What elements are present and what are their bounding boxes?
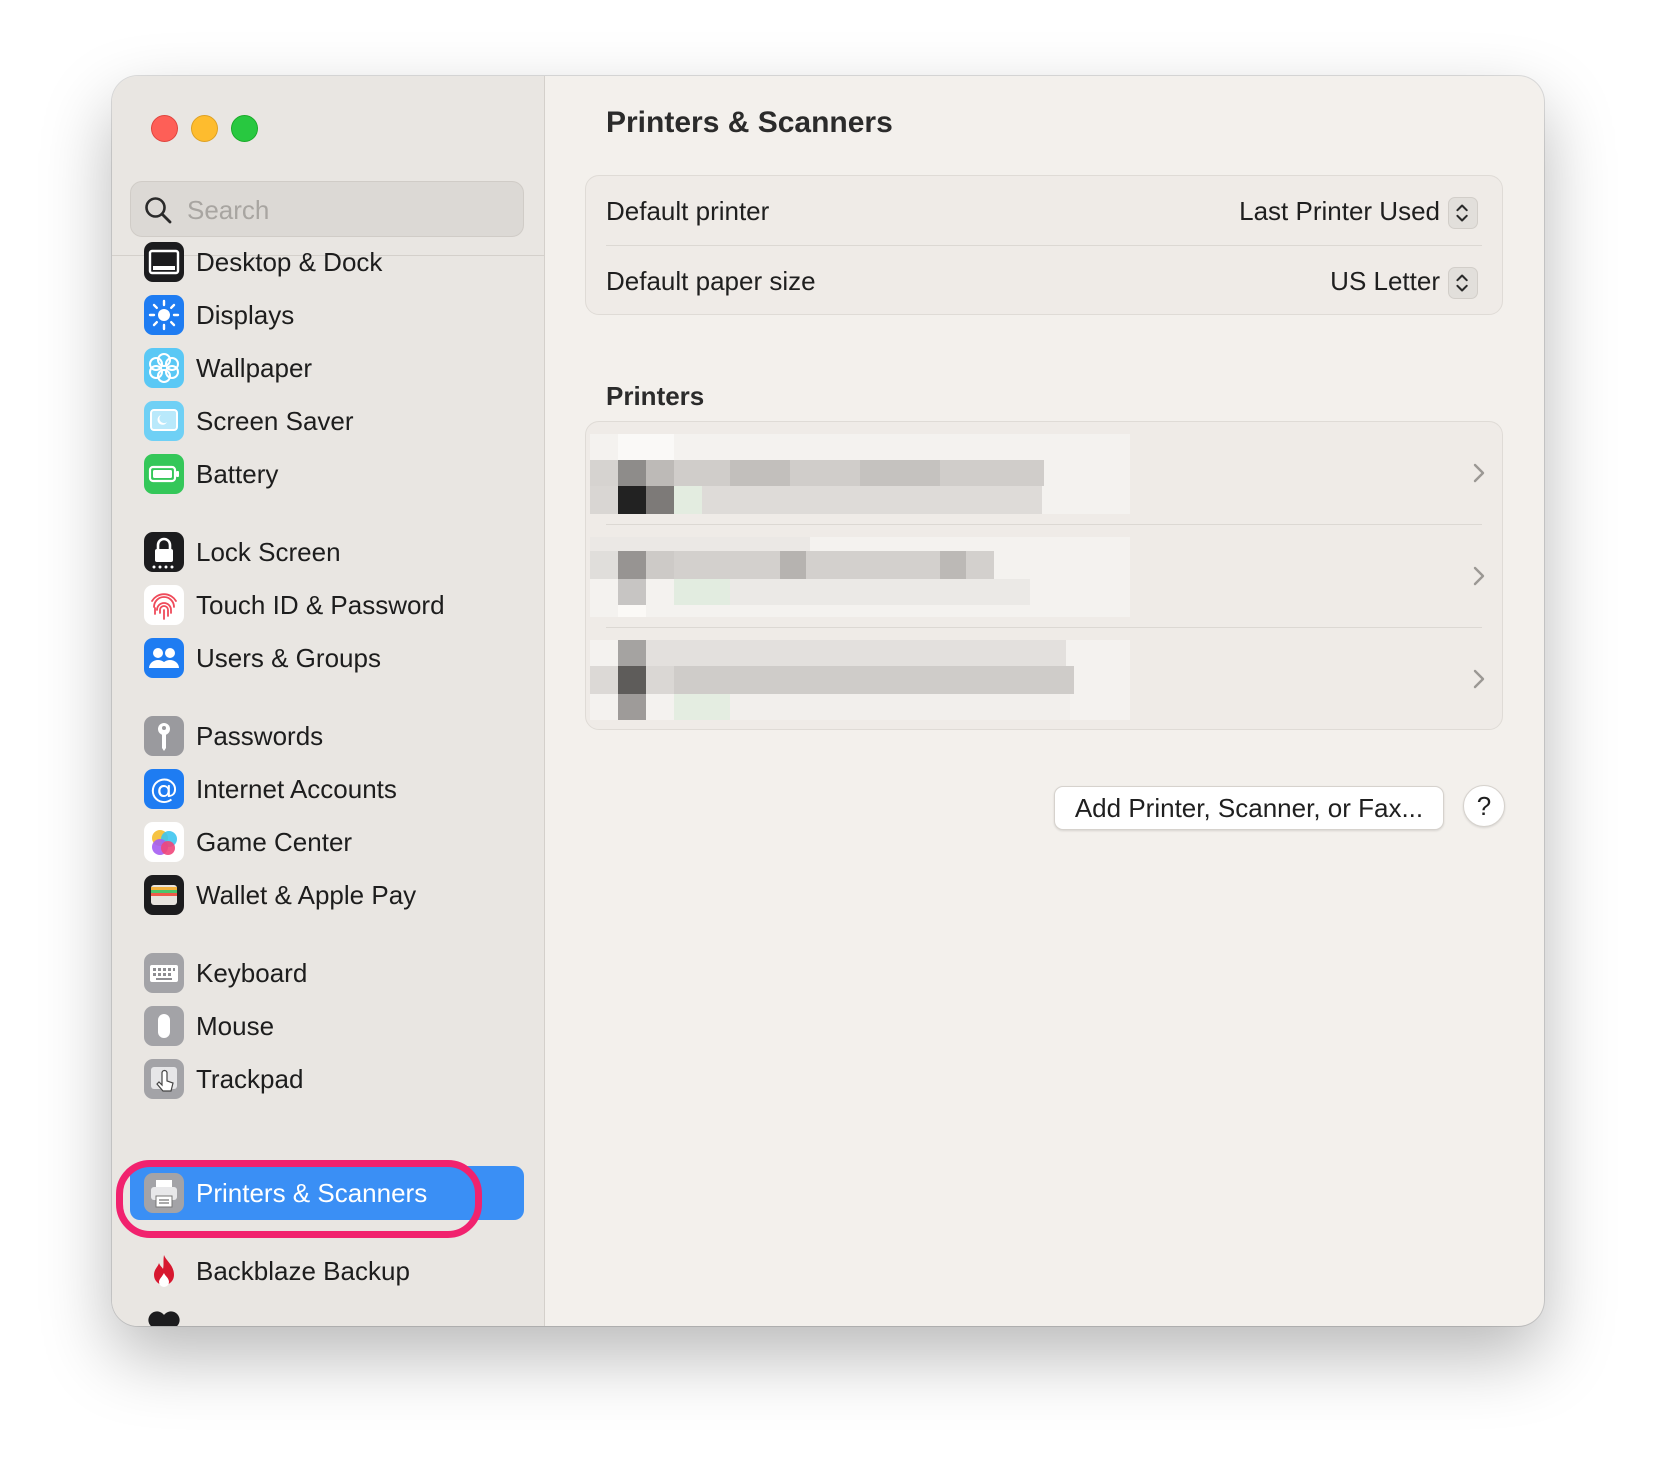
key-icon — [144, 716, 184, 756]
pixelated-printer-info — [590, 434, 1130, 514]
game-center-icon — [144, 822, 184, 862]
sidebar-item-internet-accounts[interactable]: @ Internet Accounts — [130, 762, 524, 816]
chevron-right-icon — [1473, 566, 1485, 586]
sidebar-item-wallpaper[interactable]: Wallpaper — [130, 341, 524, 395]
sidebar-item-battery[interactable]: Battery — [130, 447, 524, 501]
sidebar-item-screen-saver[interactable]: Screen Saver — [130, 394, 524, 448]
search-icon — [145, 197, 172, 224]
sidebar-item-printers-scanners[interactable]: Printers & Scanners — [130, 1166, 524, 1220]
up-down-chevron-icon — [1456, 204, 1468, 222]
chevron-right-icon — [1473, 463, 1485, 483]
printers-section-title: Printers — [606, 381, 705, 411]
help-button[interactable]: ? — [1463, 785, 1505, 827]
sidebar-item-label: Displays — [196, 300, 295, 330]
wallet-icon — [144, 875, 184, 915]
sidebar-item-label: Wallet & Apple Pay — [196, 880, 417, 910]
sidebar-item-label: Desktop & Dock — [196, 247, 383, 277]
up-down-chevron-icon — [1456, 274, 1468, 292]
default-paper-size-row: Default paper size US Letter — [606, 246, 1482, 320]
add-printer-button[interactable]: Add Printer, Scanner, or Fax... — [1054, 786, 1444, 830]
keyboard-icon — [144, 953, 184, 993]
sun-icon — [144, 295, 184, 335]
battery-icon — [144, 454, 184, 494]
sidebar-item-desktop-dock[interactable]: Desktop & Dock — [130, 235, 524, 289]
default-printer-row: Default printer Last Printer Used — [606, 176, 1482, 250]
flame-icon — [144, 1251, 184, 1291]
chevron-right-icon — [1473, 669, 1485, 689]
heart-icon — [144, 1304, 184, 1326]
sidebar-item-mouse[interactable]: Mouse — [130, 999, 524, 1053]
sidebar-item-touch-id[interactable]: Touch ID & Password — [130, 578, 524, 632]
lock-icon — [144, 532, 184, 572]
window-close-button[interactable] — [151, 115, 178, 142]
fingerprint-icon — [144, 585, 184, 625]
sidebar-item-label: Trackpad — [196, 1064, 304, 1094]
sidebar-item-label: Printers & Scanners — [196, 1178, 428, 1208]
main-content: Printers & Scanners Default printer Last… — [544, 76, 1544, 1326]
search-field[interactable] — [130, 181, 524, 238]
printer-row[interactable] — [586, 525, 1502, 628]
sidebar-item-wallet[interactable]: Wallet & Apple Pay — [130, 868, 524, 922]
sidebar-item-backblaze[interactable]: Backblaze Backup — [130, 1244, 524, 1298]
sidebar-item-label: Touch ID & Password — [196, 590, 445, 620]
default-printer-label: Default printer — [606, 196, 770, 226]
sidebar-item-label: Keyboard — [196, 958, 308, 988]
sidebar-item-users-groups[interactable]: Users & Groups — [130, 631, 524, 685]
sidebar-item-label: Backblaze Backup — [196, 1256, 410, 1286]
settings-window: Desktop & Dock Displays Wallpaper Screen… — [112, 76, 1544, 1326]
dock-icon — [144, 242, 184, 282]
sidebar-item-displays[interactable]: Displays — [130, 288, 524, 342]
sidebar-item-label: Lock Screen — [196, 537, 341, 567]
at-sign-icon: @ — [144, 769, 184, 809]
default-printer-value[interactable]: Last Printer Used — [1239, 196, 1440, 227]
window-minimize-button[interactable] — [191, 115, 218, 142]
sidebar: Desktop & Dock Displays Wallpaper Screen… — [112, 76, 545, 1326]
default-paper-size-label: Default paper size — [606, 266, 816, 296]
users-icon — [144, 638, 184, 678]
svg-text:@: @ — [150, 772, 178, 805]
sidebar-item-label: Passwords — [196, 721, 324, 751]
printer-row[interactable] — [586, 628, 1502, 731]
sidebar-item-lock-screen[interactable]: Lock Screen — [130, 525, 524, 579]
pixelated-printer-info — [590, 537, 1130, 617]
sidebar-item-label: Screen Saver — [196, 406, 354, 436]
sidebar-item-label: Game Center — [196, 827, 353, 857]
sidebar-item-clipped — [130, 1297, 524, 1326]
trackpad-icon — [144, 1059, 184, 1099]
window-zoom-button[interactable] — [231, 115, 258, 142]
flower-icon — [144, 348, 184, 388]
sidebar-item-label: Users & Groups — [196, 643, 381, 673]
printers-list — [585, 421, 1503, 730]
sidebar-item-label: Mouse — [196, 1011, 275, 1041]
sidebar-item-game-center[interactable]: Game Center — [130, 815, 524, 869]
pixelated-printer-info — [590, 640, 1130, 720]
default-printer-popup-button[interactable] — [1448, 197, 1478, 229]
printer-row[interactable] — [586, 422, 1502, 525]
mouse-icon — [144, 1006, 184, 1046]
sidebar-item-label: Wallpaper — [196, 353, 313, 383]
screen-saver-icon — [144, 401, 184, 441]
search-input[interactable] — [185, 182, 509, 238]
defaults-card: Default printer Last Printer Used Defaul… — [585, 175, 1503, 315]
sidebar-item-label: Battery — [196, 459, 279, 489]
sidebar-item-passwords[interactable]: Passwords — [130, 709, 524, 763]
paper-size-popup-button[interactable] — [1448, 267, 1478, 299]
sidebar-item-label: Internet Accounts — [196, 774, 397, 804]
default-paper-size-value[interactable]: US Letter — [1330, 266, 1440, 297]
printer-icon — [144, 1173, 184, 1213]
sidebar-item-trackpad[interactable]: Trackpad — [130, 1052, 524, 1106]
page-title: Printers & Scanners — [606, 106, 893, 139]
sidebar-item-keyboard[interactable]: Keyboard — [130, 946, 524, 1000]
